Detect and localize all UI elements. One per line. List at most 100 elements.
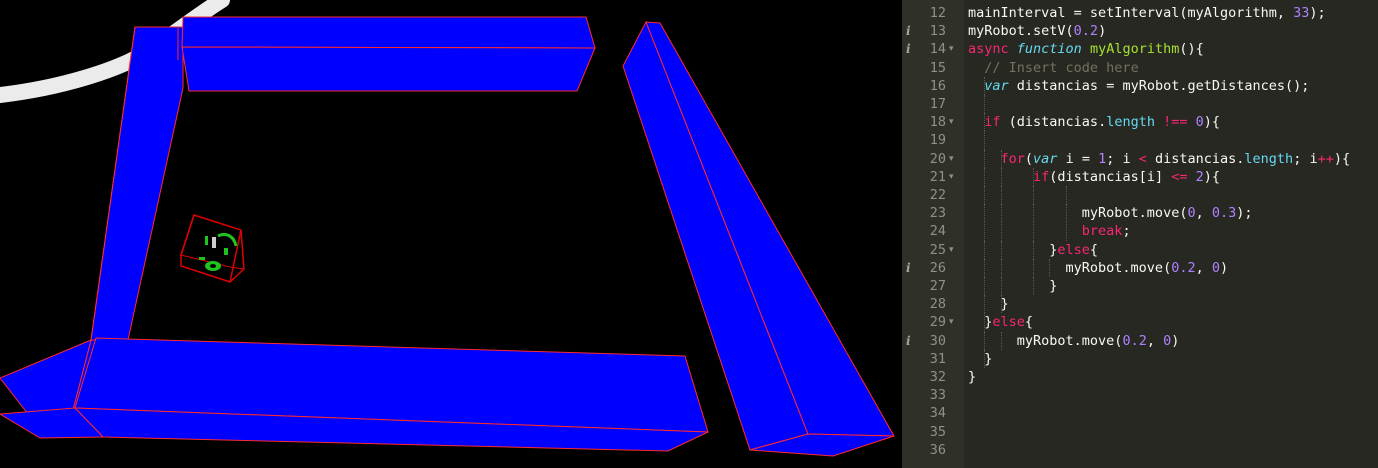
code-line[interactable]: 34 xyxy=(902,404,1378,422)
fold-arrow-icon[interactable]: ▾ xyxy=(949,113,959,131)
code-token: ){ xyxy=(1203,168,1221,185)
code-line[interactable]: 18 ▾ if (distancias.length !== 0){ xyxy=(902,113,1378,132)
code-line[interactable]: 14 i ▾ async function myAlgorithm(){ xyxy=(902,40,1378,58)
code-text[interactable]: break; xyxy=(968,222,1131,240)
code-text[interactable]: myRobot.move(0.2, 0) xyxy=(968,332,1180,350)
code-line[interactable]: 25 ▾ }else{ xyxy=(902,240,1378,259)
code-token: ; i xyxy=(1106,150,1139,167)
code-text[interactable]: var distancias = myRobot.getDistances(); xyxy=(968,77,1309,95)
code-token: } xyxy=(968,350,993,367)
fold-arrow-icon[interactable]: ▾ xyxy=(949,40,959,58)
code-line[interactable]: 28 } xyxy=(902,295,1378,314)
line-number: 23 xyxy=(929,205,946,222)
info-icon[interactable]: i xyxy=(906,259,916,277)
code-token: length xyxy=(1244,150,1294,167)
code-line[interactable]: 12 mainInterval = setInterval(myAlgorithm… xyxy=(902,4,1378,22)
code-token: ( xyxy=(1024,150,1034,167)
line-number: 28 xyxy=(929,296,946,313)
code-text[interactable]: // Insert code here xyxy=(968,59,1138,77)
code-editor[interactable]: 12 mainInterval = setInterval(myAlgorithm… xyxy=(902,0,1378,468)
code-token: function xyxy=(1016,41,1082,58)
code-token: ) xyxy=(1098,23,1107,40)
code-token: , xyxy=(1195,259,1212,276)
code-token: distancias = myRobot.getDistances(); xyxy=(1008,77,1310,94)
code-text[interactable]: myRobot.setV(0.2) xyxy=(968,22,1106,40)
indent-guide xyxy=(984,131,986,150)
code-line[interactable]: 17 xyxy=(902,95,1378,114)
code-text[interactable]: for(var i = 1; i < distancias.length; i+… xyxy=(968,150,1351,168)
code-text[interactable]: myRobot.move(0, 0.3); xyxy=(968,204,1253,222)
scene-canvas[interactable] xyxy=(0,0,902,468)
code-text[interactable]: if (distancias.length !== 0){ xyxy=(968,113,1220,131)
line-number: 20 xyxy=(929,150,946,167)
code-line[interactable]: 15 // Insert code here xyxy=(902,59,1378,77)
code-token: <= xyxy=(1171,168,1188,185)
code-token: 0.3 xyxy=(1211,205,1237,222)
code-token: ) xyxy=(1220,259,1229,276)
code-line[interactable]: 20 ▾ for(var i = 1; i < distancias.length… xyxy=(902,149,1378,168)
wall-top xyxy=(177,16,596,92)
code-text[interactable]: }else{ xyxy=(968,241,1098,259)
code-text[interactable]: } xyxy=(968,277,1057,295)
code-token: !== xyxy=(1163,114,1188,131)
line-number: 12 xyxy=(929,5,946,21)
code-line[interactable]: 33 xyxy=(902,386,1378,404)
code-token: else xyxy=(1057,241,1090,258)
line-number: 24 xyxy=(929,223,946,240)
fold-arrow-icon[interactable]: ▾ xyxy=(949,313,959,331)
info-icon[interactable]: i xyxy=(906,22,916,40)
code-text[interactable]: async function myAlgorithm(){ xyxy=(968,40,1204,58)
fold-arrow-icon[interactable]: ▾ xyxy=(949,150,959,168)
code-text[interactable]: } xyxy=(968,295,1009,313)
code-token: 0.2 xyxy=(1122,332,1147,349)
code-line[interactable]: 23 myRobot.move(0, 0.3); xyxy=(902,204,1378,223)
code-text[interactable]: } xyxy=(968,350,992,368)
code-token: if xyxy=(1033,168,1050,185)
code-token: ; xyxy=(1122,223,1131,240)
code-token: } xyxy=(968,278,1058,294)
code-text[interactable]: myRobot.move(0.2, 0) xyxy=(968,259,1229,277)
fold-arrow-icon[interactable]: ▾ xyxy=(949,168,959,186)
line-number: 34 xyxy=(929,405,946,422)
code-token: 0 xyxy=(1195,114,1204,131)
code-token: < xyxy=(1138,150,1147,167)
simulation-viewport[interactable] xyxy=(0,0,902,468)
code-text[interactable]: } xyxy=(968,368,976,386)
code-line[interactable]: 29 ▾ }else{ xyxy=(902,313,1378,332)
info-icon[interactable]: i xyxy=(906,40,916,58)
code-line[interactable]: 36 xyxy=(902,441,1378,459)
info-icon[interactable]: i xyxy=(906,332,916,350)
code-token: } xyxy=(968,369,977,385)
line-number: 13 xyxy=(929,23,946,40)
code-line[interactable]: 35 xyxy=(902,423,1378,441)
line-number: 15 xyxy=(929,59,946,76)
line-number: 27 xyxy=(929,278,946,294)
code-line[interactable]: 16 var distancias = myRobot.getDistances… xyxy=(902,76,1378,95)
code-token: } xyxy=(968,314,993,331)
code-line[interactable]: 30 i myRobot.move(0.2, 0) xyxy=(902,331,1378,350)
code-token: { xyxy=(1089,241,1099,258)
code-line[interactable]: 22 xyxy=(902,186,1378,205)
code-token: { xyxy=(1024,314,1034,331)
code-token: if xyxy=(984,114,1001,131)
line-number: 31 xyxy=(929,350,946,367)
code-line[interactable]: 31 } xyxy=(902,349,1378,368)
code-line[interactable]: 13 i myRobot.setV(0.2) xyxy=(902,22,1378,40)
code-line[interactable]: 24 break; xyxy=(902,222,1378,241)
code-text[interactable]: }else{ xyxy=(968,313,1033,331)
fold-arrow-icon[interactable]: ▾ xyxy=(949,241,959,259)
code-line[interactable]: 21 ▾ if(distancias[i] <= 2){ xyxy=(902,167,1378,186)
code-line[interactable]: 26 i myRobot.move(0.2, 0) xyxy=(902,258,1378,277)
robot[interactable] xyxy=(180,214,245,283)
code-line[interactable]: 32} xyxy=(902,368,1378,386)
code-line[interactable]: 27 } xyxy=(902,277,1378,296)
code-line[interactable]: 19 xyxy=(902,131,1378,150)
indent-guide xyxy=(1065,186,1067,205)
code-text[interactable]: mainInterval = setInterval(myAlgorithm, … xyxy=(968,4,1326,22)
code-token: for xyxy=(1000,150,1025,167)
code-token: var xyxy=(1033,150,1058,167)
code-text[interactable]: if(distancias[i] <= 2){ xyxy=(968,168,1220,186)
code-token: ) xyxy=(1171,332,1180,349)
